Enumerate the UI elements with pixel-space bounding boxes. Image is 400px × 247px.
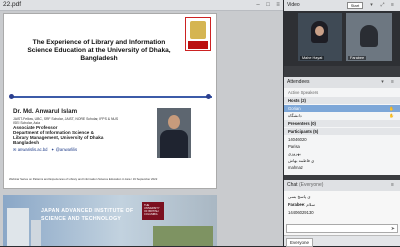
divider-line <box>10 96 212 98</box>
hand-icon: ✋ <box>389 113 394 118</box>
chat-text: سلام <box>306 202 315 207</box>
presenter-name: Dr. Md. Anwarul Islam <box>13 108 78 115</box>
video-header: Video Start ▾ ⤢ ≡ <box>284 0 400 11</box>
maximize-icon[interactable]: □ <box>264 1 272 9</box>
jaist-title-line1: JAPAN ADVANCED INSTITUTE OF <box>41 208 134 214</box>
minimize-icon[interactable]: – <box>254 1 262 9</box>
list-item[interactable]: mahnaz <box>284 164 400 171</box>
chat-message: Farabee: سلام <box>288 202 315 207</box>
presenter-photo <box>157 108 191 158</box>
slide-footer: Webinar Series on Patterns and Experienc… <box>9 177 158 181</box>
chat-scope: (Everyone) <box>298 182 324 188</box>
face <box>315 26 324 36</box>
options-icon[interactable]: ▾ <box>368 2 375 9</box>
chat-input[interactable]: ➤ <box>286 224 398 233</box>
chat-menu-icon[interactable]: ≡ <box>389 182 396 189</box>
university-logo <box>185 17 211 51</box>
chat-message: ی پاسخ بسی <box>288 194 311 199</box>
divider-dot-left <box>9 94 14 99</box>
ubc-logo: THE UNIVERSITY OF BRITISH COLUMBIA <box>142 202 164 220</box>
attendees-menu-icon[interactable]: ≡ <box>389 79 396 86</box>
list-item[interactable]: ي فاطمه بهاش <box>284 157 400 164</box>
chat-message: 14406029130 <box>288 210 314 215</box>
more-icon[interactable]: ≡ <box>274 1 282 9</box>
list-item[interactable]: Parisa <box>284 143 400 150</box>
attendees-options-icon[interactable]: ▾ <box>379 79 386 86</box>
jaist-title-line2: SCIENCE AND TECHNOLOGY <box>41 216 122 222</box>
building-image-2 <box>31 220 41 246</box>
contact-line: ✉ anwarislis.ac.bd ✦ @anwarlilis <box>13 147 77 152</box>
host-name: Gorian <box>288 106 301 111</box>
attendees-header-label: Attendees <box>287 79 310 85</box>
twitter-text: @anwarlilis <box>55 147 78 152</box>
participants-section[interactable]: Participants (5) <box>284 128 400 135</box>
slide-title: The Experience of Library and Informatio… <box>27 39 171 62</box>
chat-header-label: Chat <box>287 182 298 188</box>
list-item[interactable]: دانشگاه ✋ <box>284 112 400 119</box>
start-button[interactable]: Start <box>347 2 363 9</box>
building-image <box>7 208 29 246</box>
camera-tile-1[interactable]: Mahe Hayat <box>298 13 342 61</box>
document-viewer[interactable]: The Experience of Library and Informatio… <box>0 11 283 246</box>
side-panel: Video Start ▾ ⤢ ≡ Mahe Hayat Farabee Att… <box>284 0 400 247</box>
twitter-icon: ✦ <box>50 147 55 152</box>
slide-page-1: The Experience of Library and Informatio… <box>3 13 217 189</box>
slide-page-2: JAPAN ADVANCED INSTITUTE OF SCIENCE AND … <box>3 195 217 246</box>
camera-1-label: Mahe Hayat <box>300 56 325 60</box>
list-item[interactable]: Gorian ✋ <box>284 105 400 112</box>
video-area: Mahe Hayat Farabee <box>284 11 400 66</box>
trees-image <box>153 226 213 246</box>
send-icon[interactable]: ➤ <box>391 226 395 232</box>
document-titlebar: 22.pdf – □ ≡ <box>0 0 283 11</box>
camera-tile-2[interactable]: Farabee <box>346 13 392 61</box>
list-item[interactable]: بهروزی <box>284 150 400 157</box>
email-icon: ✉ <box>13 147 17 152</box>
document-title: 22.pdf <box>3 1 22 8</box>
attendee-list: Active Speakers Hosts (2) Gorian ✋ دانشگا… <box>284 88 400 175</box>
chat-header: Chat (Everyone) ≡ <box>284 180 400 191</box>
active-speakers: Active Speakers <box>288 90 319 95</box>
app-window: 22.pdf – □ ≡ The Experience of Library a… <box>0 0 400 247</box>
camera-2-label: Farabee <box>348 56 367 60</box>
attendees-header: Attendees ▾ ≡ <box>284 77 400 88</box>
hand-icon: ✋ <box>389 106 394 111</box>
presenters-section[interactable]: Presenters (0) <box>284 120 400 127</box>
email-text: anwarislis.ac.bd <box>17 147 48 152</box>
host-name: دانشگاه <box>288 113 302 118</box>
menu-icon[interactable]: ≡ <box>389 2 396 9</box>
chat-sender: Farabee <box>288 202 305 207</box>
jaist-title: JAPAN ADVANCED INSTITUTE OF SCIENCE AND … <box>41 207 133 223</box>
person-silhouette-2 <box>360 25 378 47</box>
presenter-country: Bangladesh <box>13 140 40 145</box>
hosts-section[interactable]: Hosts (2) <box>284 97 400 104</box>
chat-tabs: Everyone <box>284 235 400 247</box>
list-item[interactable]: 14046020 <box>284 136 400 143</box>
divider-dot-right <box>206 94 211 99</box>
expand-icon[interactable]: ⤢ <box>379 2 386 9</box>
video-header-label: Video <box>287 2 300 8</box>
chat-panel: ی پاسخ بسی Farabee: سلام 14406029130 ➤ E… <box>284 191 400 247</box>
